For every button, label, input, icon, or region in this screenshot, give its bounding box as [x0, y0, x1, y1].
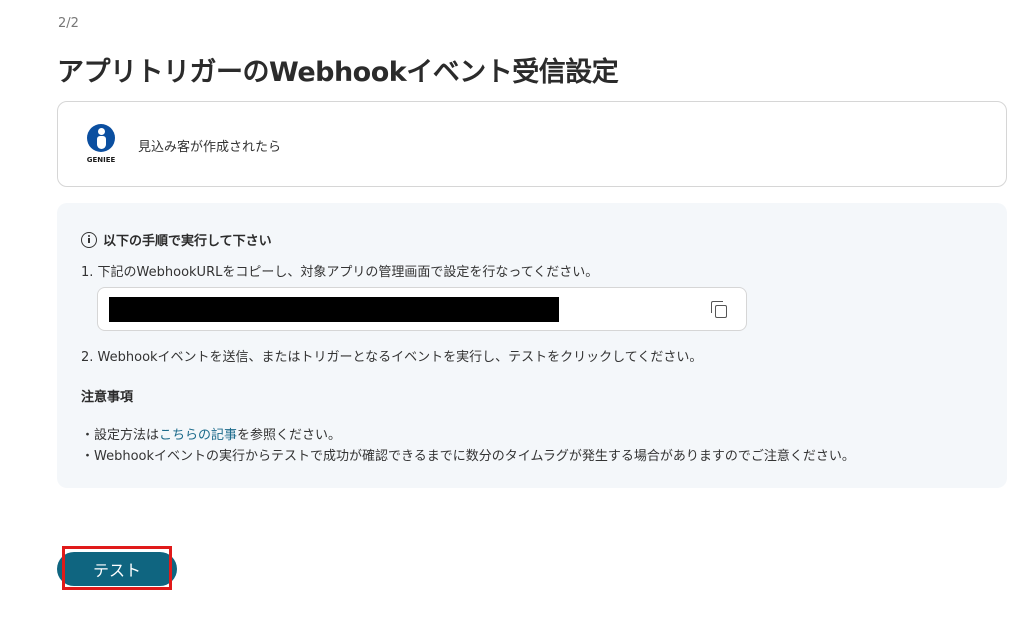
note-1-prefix: ・設定方法は — [81, 428, 160, 443]
step-indicator: 2/2 — [58, 16, 79, 31]
instruction-step-2: 2. Webhookイベントを送信、またはトリガーとなるイベントを実行し、テスト… — [81, 350, 703, 365]
trigger-label: 見込み客が作成されたら — [138, 140, 282, 155]
webhook-url-redacted — [109, 297, 559, 322]
instruction-heading-text: 以下の手順で実行して下さい — [103, 234, 272, 249]
note-1-suffix: を参照ください。 — [237, 428, 342, 443]
webhook-url-field[interactable] — [97, 287, 747, 331]
logo-text: GENIEE — [86, 156, 116, 164]
instruction-step-1: 1. 下記のWebhookURLをコピーし、対象アプリの管理画面で設定を行なって… — [81, 265, 599, 280]
geniee-logo-icon: GENIEE — [84, 124, 118, 168]
instruction-heading: 以下の手順で実行して下さい — [81, 230, 272, 249]
info-icon — [81, 231, 97, 248]
article-link[interactable]: こちらの記事 — [159, 428, 237, 443]
trigger-card: GENIEE 見込み客が作成されたら — [57, 101, 1007, 187]
instruction-panel: 以下の手順で実行して下さい 1. 下記のWebhookURLをコピーし、対象アプ… — [57, 203, 1007, 488]
notes-title: 注意事項 — [81, 390, 134, 405]
page-title: アプリトリガーのWebhookイベント受信設定 — [57, 57, 619, 88]
test-button-container: テスト — [57, 552, 177, 586]
note-2: ・Webhookイベントの実行からテストで成功が確認できるまでに数分のタイムラグ… — [81, 449, 855, 464]
copy-icon[interactable] — [711, 301, 729, 319]
note-1: ・設定方法はこちらの記事を参照ください。 — [81, 424, 341, 443]
test-button[interactable]: テスト — [57, 552, 177, 586]
